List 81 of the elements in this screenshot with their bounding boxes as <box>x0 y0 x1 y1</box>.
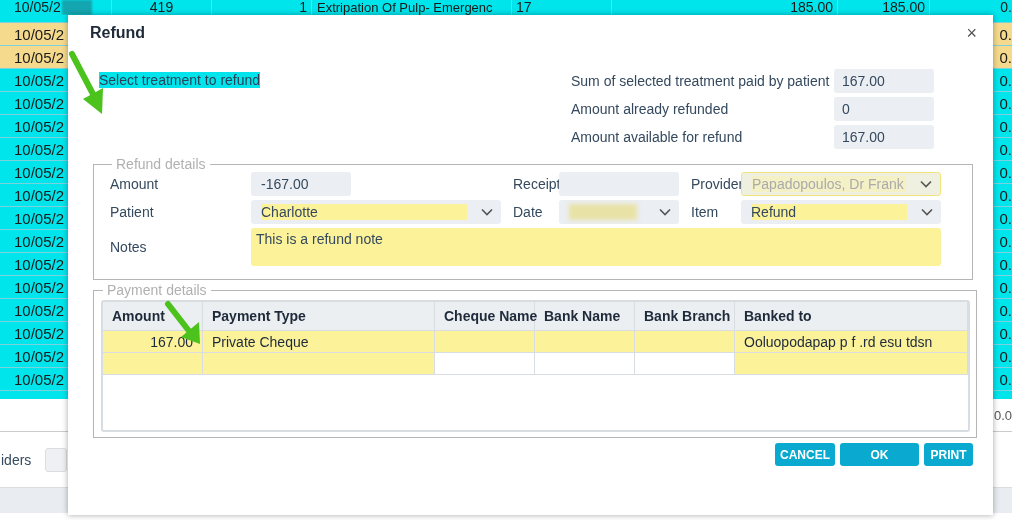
close-button[interactable]: × <box>964 22 979 44</box>
table-cell: 0. <box>999 71 1012 89</box>
table-cell: 0. <box>999 140 1012 158</box>
table-cell: 10/05/2 <box>14 209 65 227</box>
table-cell[interactable] <box>535 331 635 353</box>
field-label: Patient <box>110 203 155 222</box>
table-cell[interactable]: Ooluopodapap p f .rd esu tdsn <box>735 331 968 353</box>
table-cell[interactable] <box>203 353 435 375</box>
table-cell: 0. <box>999 232 1012 250</box>
chevron-down-icon <box>481 208 493 216</box>
chevron-down-icon <box>921 208 933 216</box>
table-cell: 10/05/2 <box>14 278 65 296</box>
table-cell: 0. <box>999 278 1012 296</box>
summary-label: Amount available for refund <box>571 129 744 145</box>
form-field[interactable]: Refund <box>741 200 941 224</box>
table-cell: 419 <box>149 0 174 15</box>
field-label: Date <box>513 203 544 222</box>
table-cell[interactable]: Private Cheque <box>203 331 435 353</box>
table-cell: 10/05/2 <box>14 140 65 158</box>
table-cell[interactable] <box>435 331 535 353</box>
table-cell: 1 <box>299 0 307 15</box>
form-field[interactable] <box>559 200 679 224</box>
table-cell: 185.00 <box>790 0 833 15</box>
section-legend: Refund details <box>112 156 210 172</box>
table-cell[interactable] <box>435 353 535 375</box>
table-cell: 0. <box>999 324 1012 342</box>
table-cell: 0. <box>999 209 1012 227</box>
table-cell: 0.0 <box>993 407 1012 423</box>
summary-label: Sum of selected treatment paid by patient <box>571 73 831 89</box>
table-cell: 10/05/2 <box>14 48 65 66</box>
table-cell: 0. <box>999 370 1012 388</box>
table-cell[interactable] <box>635 331 735 353</box>
table-cell: 10/05/2 <box>14 186 65 204</box>
table-cell: 10/05/2 <box>14 255 65 273</box>
dialog-title: Refund <box>90 24 146 42</box>
table-cell: 10/05/2 <box>14 370 65 388</box>
form-field[interactable]: -167.00 <box>251 172 351 196</box>
filter-label: iders <box>1 451 32 468</box>
table-cell: 0. <box>1000 0 1012 15</box>
table-cell: 0. <box>999 25 1012 43</box>
chevron-down-icon <box>920 180 932 188</box>
table-cell: 10/05/2 <box>14 94 65 112</box>
summary-value-field: 167.00 <box>834 69 934 93</box>
table-cell: 10/05/2 <box>14 117 65 135</box>
summary-value-field: 167.00 <box>834 125 934 149</box>
table-cell: 10/05/2 <box>14 71 65 89</box>
table-cell: 0. <box>999 163 1012 181</box>
table-cell[interactable] <box>635 353 735 375</box>
table-cell: 10/05/2 <box>14 163 65 181</box>
table-cell: 0. <box>999 255 1012 273</box>
table-cell: 0. <box>999 186 1012 204</box>
field-label: Receipt <box>513 175 559 194</box>
instruction-text: Select treatment to refund <box>99 72 261 88</box>
field-label: Provider <box>691 175 741 194</box>
table-cell: 10/05/2 <box>14 0 61 15</box>
summary-label: Amount already refunded <box>571 101 730 117</box>
table-cell: 0. <box>999 347 1012 365</box>
table-cell: 185.00 <box>882 0 925 15</box>
section-legend: Payment details <box>103 282 211 298</box>
table-cell: 17 <box>516 0 532 15</box>
chevron-down-icon <box>659 208 671 216</box>
field-label: Amount <box>110 175 160 194</box>
table-cell: 0. <box>999 48 1012 66</box>
form-field[interactable]: Charlotte <box>251 200 501 224</box>
table-cell: 0. <box>999 117 1012 135</box>
table-cell[interactable] <box>103 353 203 375</box>
table-cell: 0. <box>999 301 1012 319</box>
summary-value-field: 0 <box>834 97 934 121</box>
table-cell: 10/05/2 <box>14 232 65 250</box>
field-label: Item <box>691 203 720 222</box>
table-cell: Extripation Of Pulp- Emergenc <box>317 0 493 15</box>
table-cell: 10/05/2 <box>14 25 65 43</box>
table-cell[interactable] <box>535 353 635 375</box>
field-label: Notes <box>110 238 148 257</box>
notes-field[interactable]: This is a refund note <box>251 228 941 266</box>
filter-dropdown[interactable] <box>45 447 68 472</box>
table-cell[interactable] <box>735 353 968 375</box>
table-cell: 10/05/2 <box>14 324 65 342</box>
table-cell: 10/05/2 <box>14 301 65 319</box>
table-cell: 10/05/2 <box>14 347 65 365</box>
table-cell: 0. <box>999 94 1012 112</box>
